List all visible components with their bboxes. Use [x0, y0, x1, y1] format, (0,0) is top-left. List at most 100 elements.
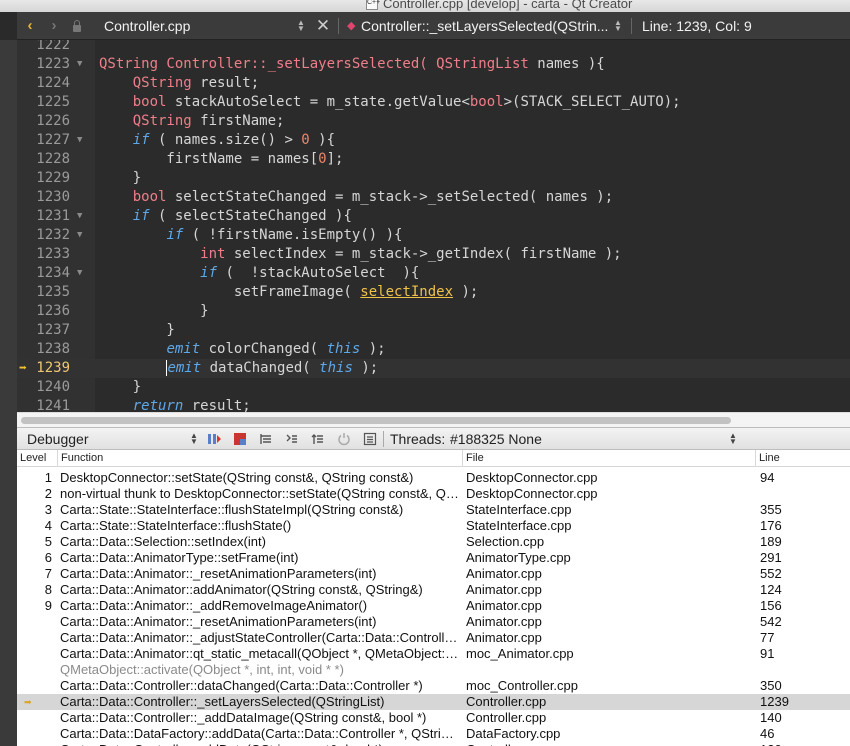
open-file-combo[interactable]: Controller.cpp: [89, 18, 294, 34]
frame-function: Carta::Data::AnimatorType::setFrame(int): [60, 550, 299, 565]
symbol-combo[interactable]: Controller::_setLayersSelected(QStrin...: [361, 18, 611, 34]
line-number[interactable]: 1223: [17, 55, 70, 74]
close-document-icon[interactable]: ✕: [308, 12, 338, 40]
line-number[interactable]: 1236: [17, 302, 70, 321]
code-line[interactable]: 1231 ▼ if ( selectStateChanged ){: [17, 207, 850, 226]
stack-frame-row[interactable]: QMetaObject::activate(QObject *, int, in…: [17, 662, 850, 678]
line-number[interactable]: 1237: [17, 321, 70, 340]
window-title: Controller.cpp [develop] - carta - Qt Cr…: [383, 0, 633, 11]
stack-frame-row[interactable]: 5 Carta::Data::Selection::setIndex(int) Se…: [17, 534, 850, 550]
line-number[interactable]: 1235: [17, 283, 70, 302]
column-header-line[interactable]: Line: [755, 450, 850, 467]
stack-frame-row[interactable]: 9 Carta::Data::Animator::_addRemoveImageA…: [17, 598, 850, 614]
frame-function: DesktopConnector::setState(QString const…: [60, 470, 414, 485]
line-number[interactable]: 1222: [17, 40, 70, 55]
threads-combo[interactable]: #188325 None: [444, 431, 726, 447]
go-forward-icon[interactable]: ›: [43, 12, 65, 40]
line-number[interactable]: 1229: [17, 169, 70, 188]
stack-frame-row[interactable]: 6 Carta::Data::AnimatorType::setFrame(int…: [17, 550, 850, 566]
code-line[interactable]: 1222: [17, 40, 850, 55]
line-column-indicator[interactable]: Line: 1239, Col: 9: [632, 18, 752, 34]
code-editor[interactable]: 1222 1223 ▼ QString Controller::_setLayersS…: [17, 40, 850, 412]
line-number[interactable]: 1228: [17, 150, 70, 169]
code-line[interactable]: 1226 QString firstName;: [17, 112, 850, 131]
updown-arrows-icon[interactable]: ▲ ▼: [611, 18, 625, 32]
code-line[interactable]: 1233 int selectIndex = m_stack->_getInde…: [17, 245, 850, 264]
code-line[interactable]: 1234 ▼ if ( !stackAutoSelect ){: [17, 264, 850, 283]
step-out-icon[interactable]: [305, 429, 331, 449]
code-line[interactable]: 1235 setFrameImage( selectIndex );: [17, 283, 850, 302]
line-number[interactable]: 1224: [17, 74, 70, 93]
fold-marker-icon[interactable]: ▼: [77, 264, 82, 283]
frame-file: AnimatorType.cpp: [466, 550, 571, 565]
line-number[interactable]: 1234: [17, 264, 70, 283]
code-line[interactable]: 1227 ▼ if ( names.size() > 0 ){: [17, 131, 850, 150]
code-line[interactable]: 1236 }: [17, 302, 850, 321]
updown-arrows-icon[interactable]: ▲ ▼: [187, 431, 201, 445]
stack-frame-row[interactable]: 1 DesktopConnector::setState(QString cons…: [17, 470, 850, 486]
fold-marker-icon[interactable]: ▼: [77, 131, 82, 150]
scrollbar-thumb[interactable]: [21, 417, 731, 424]
code-line[interactable]: 1229 }: [17, 169, 850, 188]
line-number[interactable]: 1227: [17, 131, 70, 150]
stack-frame-row[interactable]: Carta::Data::Animator::_adjustStateContr…: [17, 630, 850, 646]
frame-file: StateInterface.cpp: [466, 518, 572, 533]
code-line[interactable]: ➡ 1239 emit dataChanged( this );: [17, 359, 850, 378]
line-number[interactable]: 1225: [17, 93, 70, 112]
stack-frame-row[interactable]: Carta::Data::Controller::dataChanged(Car…: [17, 678, 850, 694]
go-back-icon[interactable]: ‹: [17, 12, 43, 40]
frame-line: 552: [760, 566, 782, 581]
code-line[interactable]: 1241 return result;: [17, 397, 850, 412]
code-line[interactable]: 1237 }: [17, 321, 850, 340]
stack-frame-row[interactable]: 8 Carta::Data::Animator::addAnimator(QStr…: [17, 582, 850, 598]
line-number[interactable]: 1226: [17, 112, 70, 131]
line-number[interactable]: 1239: [17, 359, 70, 378]
line-number[interactable]: 1231: [17, 207, 70, 226]
code-line[interactable]: 1224 QString result;: [17, 74, 850, 93]
stack-frame-row[interactable]: 3 Carta::State::StateInterface::flushStat…: [17, 502, 850, 518]
line-number[interactable]: 1233: [17, 245, 70, 264]
document-icon: C++: [366, 0, 380, 10]
line-number[interactable]: 1240: [17, 378, 70, 397]
line-number[interactable]: 1238: [17, 340, 70, 359]
line-number[interactable]: 1230: [17, 188, 70, 207]
code-line[interactable]: 1225 bool stackAutoSelect = m_state.getV…: [17, 93, 850, 112]
stack-frame-row[interactable]: Carta::Data::Controller::addData(QString…: [17, 742, 850, 746]
editor-horizontal-scrollbar[interactable]: [17, 412, 850, 427]
stack-frame-row[interactable]: Carta::Data::Controller::_addDataImage(Q…: [17, 710, 850, 726]
operate-by-instruction-icon[interactable]: [357, 429, 383, 449]
fold-marker-icon[interactable]: ▼: [77, 207, 82, 226]
column-header-level[interactable]: Level: [17, 450, 46, 467]
code-text: setFrameImage( selectIndex );: [99, 283, 478, 302]
code-line[interactable]: 1230 bool selectStateChanged = m_stack->…: [17, 188, 850, 207]
code-token: selectIndex: [360, 284, 454, 300]
line-number[interactable]: 1241: [17, 397, 70, 412]
debugger-perspective-combo[interactable]: Debugger: [17, 431, 187, 447]
code-line[interactable]: 1240 }: [17, 378, 850, 397]
stack-frame-row[interactable]: Carta::Data::DataFactory::addData(Carta:…: [17, 726, 850, 742]
column-header-function[interactable]: Function: [57, 450, 462, 467]
code-line[interactable]: 1228 firstName = names[0];: [17, 150, 850, 169]
column-header-file[interactable]: File: [462, 450, 755, 467]
continue-debug-icon[interactable]: [201, 429, 227, 449]
code-line[interactable]: 1238 emit colorChanged( this );: [17, 340, 850, 359]
stop-debug-icon[interactable]: [227, 429, 253, 449]
mode-tab[interactable]: [0, 12, 17, 40]
step-over-icon[interactable]: [253, 429, 279, 449]
stack-frame-row[interactable]: 7 Carta::Data::Animator::_resetAnimationP…: [17, 566, 850, 582]
stack-frame-row[interactable]: 4 Carta::State::StateInterface::flushStat…: [17, 518, 850, 534]
updown-arrows-icon[interactable]: ▲ ▼: [726, 431, 740, 445]
stack-view[interactable]: Level Function File Line 1 DesktopConnect…: [17, 450, 850, 746]
stack-frame-row[interactable]: Carta::Data::Animator::_resetAnimationPa…: [17, 614, 850, 630]
code-line[interactable]: 1232 ▼ if ( !firstName.isEmpty() ){: [17, 226, 850, 245]
step-into-icon[interactable]: [279, 429, 305, 449]
updown-arrows-icon[interactable]: ▲ ▼: [294, 18, 308, 32]
fold-marker-icon[interactable]: ▼: [77, 226, 82, 245]
line-number[interactable]: 1232: [17, 226, 70, 245]
stack-frame-row[interactable]: ➡ Carta::Data::Controller::_setLayersSele…: [17, 694, 850, 710]
code-line[interactable]: 1223 ▼ QString Controller::_setLayersSelec…: [17, 55, 850, 74]
fold-marker-icon[interactable]: ▼: [77, 55, 82, 74]
stack-frame-row[interactable]: Carta::Data::Animator::qt_static_metacal…: [17, 646, 850, 662]
restart-icon[interactable]: [331, 429, 357, 449]
stack-frame-row[interactable]: 2 non-virtual thunk to DesktopConnector::…: [17, 486, 850, 502]
